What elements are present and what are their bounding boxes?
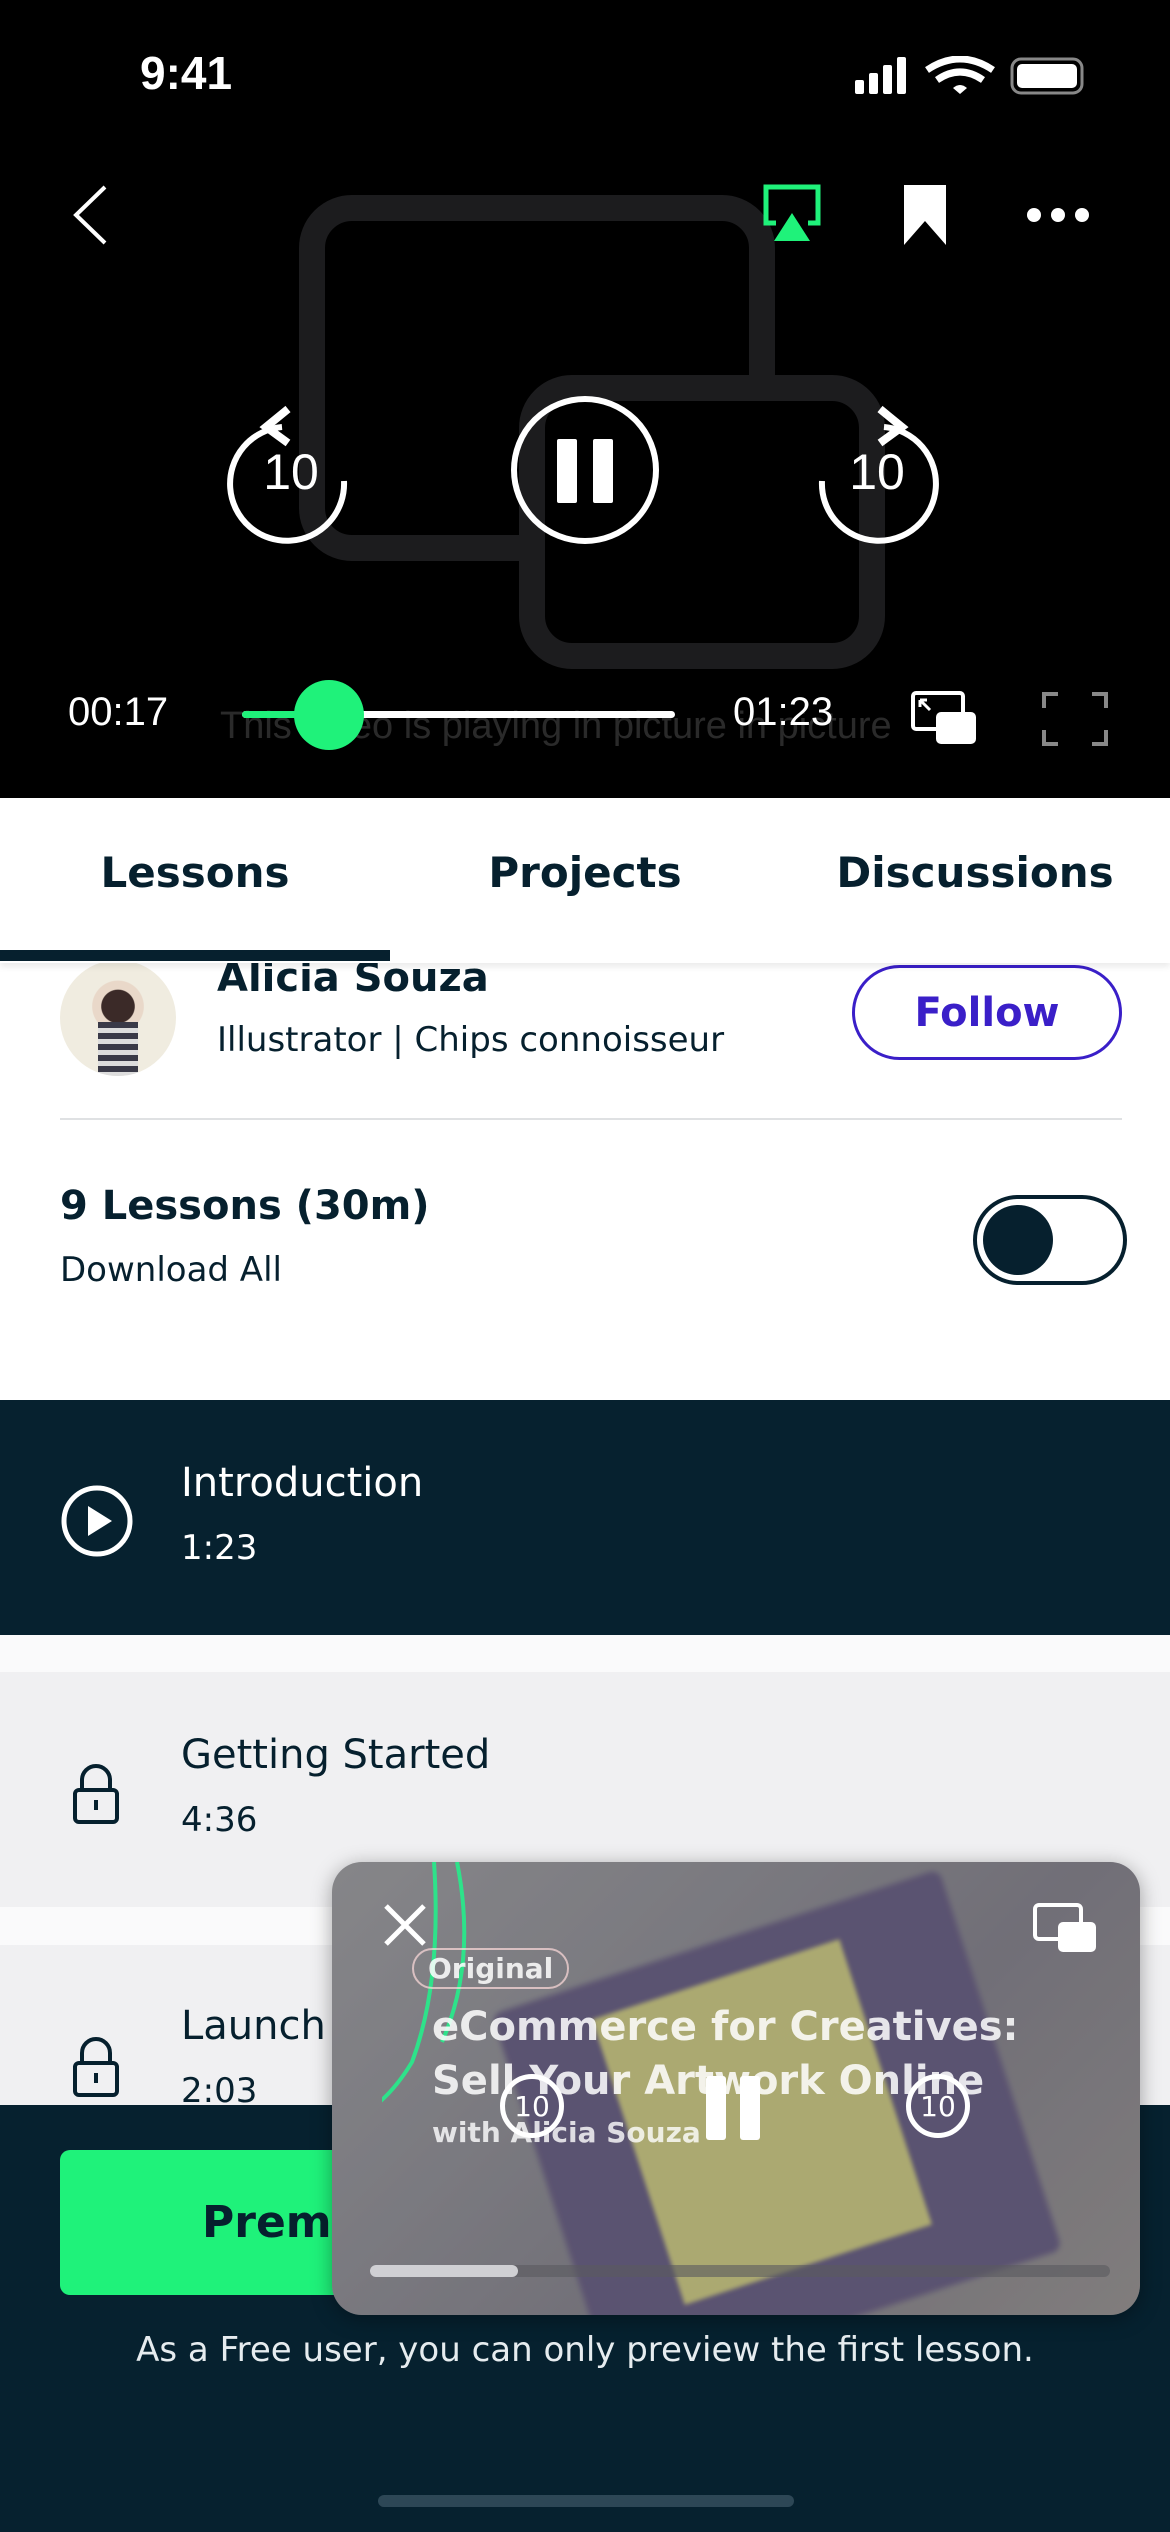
lock-icon xyxy=(73,1764,119,1824)
teacher-tagline: Illustrator | Chips connoisseur xyxy=(217,1020,725,1060)
fullscreen-icon[interactable] xyxy=(1042,692,1108,746)
teacher-avatar[interactable] xyxy=(60,960,176,1076)
lesson-title: Getting Started xyxy=(181,1732,491,1778)
pip-skip-back-button[interactable]: 10 xyxy=(500,2074,564,2138)
lesson-duration: 4:36 xyxy=(181,1800,258,1840)
tab-lessons[interactable]: Lessons xyxy=(0,848,390,897)
back-chevron-icon[interactable] xyxy=(70,185,110,245)
pip-progress-bar[interactable] xyxy=(370,2265,1110,2277)
airplay-icon[interactable] xyxy=(762,183,822,243)
play-icon xyxy=(61,1485,133,1557)
lesson-duration: 2:03 xyxy=(181,2071,258,2105)
tab-projects[interactable]: Projects xyxy=(390,848,780,897)
pip-title-line1: eCommerce for Creatives: xyxy=(432,2004,1019,2050)
pip-skip-back-label: 10 xyxy=(514,2089,550,2123)
free-user-note: As a Free user, you can only preview the… xyxy=(136,2330,1034,2370)
picture-in-picture-icon[interactable] xyxy=(910,690,978,746)
original-badge: Original xyxy=(412,1948,570,1989)
lesson-title: Launch xyxy=(181,2003,326,2049)
progress-slider[interactable] xyxy=(242,680,675,750)
active-tab-indicator xyxy=(0,950,390,961)
pip-skip-forward-label: 10 xyxy=(920,2089,956,2123)
video-player[interactable]: 9:41 10 10 This video is playing in pict… xyxy=(0,0,1170,798)
pause-button[interactable] xyxy=(511,396,659,544)
pip-byline: with Alicia Souza xyxy=(432,2116,701,2149)
status-time: 9:41 xyxy=(140,47,233,99)
lessons-count: 9 Lessons (30m) xyxy=(60,1183,430,1229)
pip-pause-icon[interactable] xyxy=(704,2076,764,2140)
bookmark-icon[interactable] xyxy=(902,183,948,247)
pip-window[interactable]: Original eCommerce for Creatives: Sell Y… xyxy=(332,1862,1140,2315)
toggle-knob xyxy=(983,1205,1053,1275)
pip-skip-forward-button[interactable]: 10 xyxy=(906,2074,970,2138)
pip-close-icon[interactable] xyxy=(382,1902,428,1948)
divider xyxy=(60,1118,1122,1120)
current-time: 00:17 xyxy=(68,690,169,734)
skip-forward-button[interactable]: 10 xyxy=(812,395,942,545)
home-indicator[interactable] xyxy=(378,2495,794,2507)
lesson-row-introduction[interactable]: Introduction 1:23 xyxy=(0,1400,1170,1635)
pip-restore-icon[interactable] xyxy=(1032,1902,1098,1954)
pause-icon xyxy=(557,439,613,503)
status-icons xyxy=(855,56,1084,95)
skip-back-button[interactable]: 10 xyxy=(226,395,356,545)
lock-icon xyxy=(73,2037,119,2097)
download-all-label: Download All xyxy=(60,1250,282,1290)
duration: 01:23 xyxy=(733,690,834,734)
lesson-duration: 1:23 xyxy=(181,1528,258,1568)
follow-button[interactable]: Follow xyxy=(852,965,1122,1060)
lesson-title: Introduction xyxy=(181,1460,424,1506)
pip-progress-fill xyxy=(370,2265,518,2277)
more-options-icon[interactable] xyxy=(1025,205,1091,225)
tab-discussions[interactable]: Discussions xyxy=(780,848,1170,897)
download-all-toggle[interactable] xyxy=(973,1195,1127,1285)
progress-thumb[interactable] xyxy=(293,680,364,750)
tab-bar: Lessons Projects Discussions xyxy=(0,798,1170,963)
